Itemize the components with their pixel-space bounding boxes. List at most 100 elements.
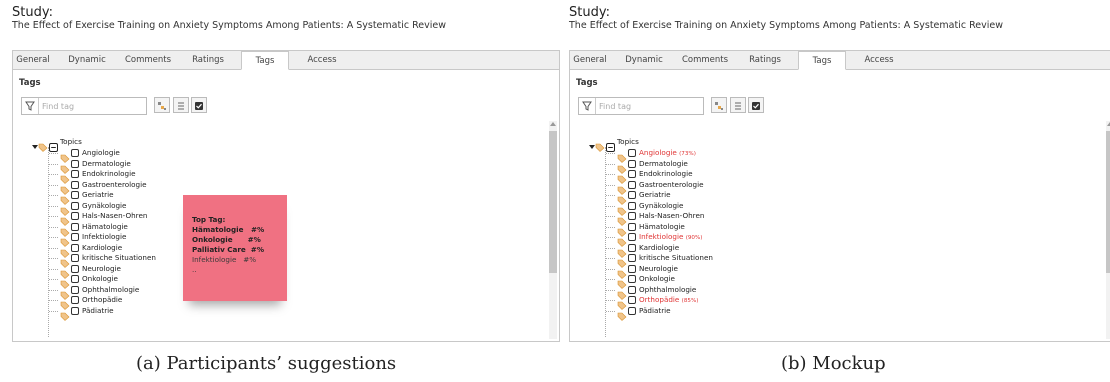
list-view-button[interactable] [173, 97, 189, 113]
tag-tree-button[interactable] [154, 97, 170, 113]
tag-checkbox[interactable] [71, 159, 79, 168]
tag-checkbox[interactable] [628, 296, 636, 304]
tab-comments[interactable]: Comments [677, 51, 733, 69]
tag-name: Pädiatrie [639, 305, 671, 315]
scroll-up-icon[interactable] [550, 122, 556, 126]
tag-checkbox[interactable] [71, 212, 79, 220]
tag-checkbox[interactable] [628, 212, 636, 220]
select-all-button[interactable] [191, 97, 207, 113]
tab-dynamic[interactable]: Dynamic [61, 51, 113, 69]
tag-checkbox[interactable] [71, 201, 79, 210]
tag-label: Dermatologie [639, 159, 688, 169]
tag-checkbox[interactable] [628, 243, 636, 252]
tab-tags[interactable]: Tags [241, 51, 289, 70]
tag-checkbox[interactable] [71, 243, 79, 252]
tag-checkbox[interactable] [71, 170, 79, 178]
tag-checkbox[interactable] [71, 191, 79, 199]
tag-checkbox[interactable] [628, 222, 636, 231]
caption-b: (b) Mockup [781, 353, 886, 374]
tab-dynamic[interactable]: Dynamic [618, 51, 670, 69]
tag-confidence: (85%) [681, 298, 699, 304]
tag-checkbox[interactable] [71, 275, 79, 283]
tag-checkbox[interactable] [628, 306, 636, 315]
tag-label: Orthopädie (85%) [639, 295, 698, 306]
funnel-icon[interactable] [579, 98, 596, 114]
tag-name: Angiologie [639, 148, 677, 157]
tag-checkbox[interactable] [71, 264, 79, 273]
sticky-ellipsis: .. [192, 265, 197, 274]
tag-icon [617, 180, 627, 195]
scroll-thumb[interactable] [1106, 131, 1110, 273]
tag-checkbox[interactable] [628, 201, 636, 210]
tag-name: Gastroenterologie [639, 179, 704, 189]
tag-icon [60, 159, 70, 174]
tag-name: Gynäkologie [82, 200, 127, 210]
search-box[interactable] [578, 97, 704, 115]
tag-icon [60, 180, 70, 195]
tab-bar: General Dynamic Comments Ratings Tags Access [13, 51, 559, 70]
tag-icon [60, 148, 70, 163]
tree-lines [48, 147, 59, 337]
tag-checkbox[interactable] [628, 275, 636, 283]
tag-checkbox[interactable] [628, 264, 636, 273]
tag-checkbox[interactable] [71, 296, 79, 304]
tab-ratings[interactable]: Ratings [183, 51, 233, 69]
tab-access[interactable]: Access [855, 51, 903, 69]
search-box[interactable] [21, 97, 147, 115]
funnel-icon[interactable] [22, 98, 39, 114]
tag-checkbox[interactable] [71, 285, 79, 294]
tag-checkbox[interactable] [628, 159, 636, 168]
tag-label: Infektiologie [82, 232, 126, 242]
scrollbar[interactable] [1106, 121, 1110, 339]
tab-general[interactable]: General [570, 51, 610, 69]
tab-ratings[interactable]: Ratings [740, 51, 790, 69]
find-tag-input[interactable] [42, 99, 142, 113]
checkbox-checked-icon [749, 98, 763, 117]
tag-tree-button[interactable] [711, 97, 727, 113]
tab-comments[interactable]: Comments [120, 51, 176, 69]
tree-branch-line [606, 174, 615, 175]
list-view-button[interactable] [730, 97, 746, 113]
tag-tree-icon [155, 98, 169, 117]
select-all-button[interactable] [748, 97, 764, 113]
tree-branch-line [49, 163, 58, 165]
tag-checkbox[interactable] [71, 149, 79, 157]
section-title: Tags [576, 78, 598, 88]
tag-checkbox[interactable] [71, 180, 79, 189]
panel-participants-suggestions: Study: The Effect of Exercise Training o… [12, 6, 560, 342]
tag-checkbox[interactable] [628, 285, 636, 294]
tag-label: Hals-Nasen-Ohren [639, 211, 704, 221]
scrollbar[interactable] [549, 121, 557, 339]
tag-icon [617, 243, 627, 258]
tag-icon [617, 285, 627, 300]
tag-checkbox[interactable] [628, 180, 636, 189]
study-title: The Effect of Exercise Training on Anxie… [569, 20, 1003, 31]
checkbox-checked-icon [192, 98, 206, 117]
tree-branch-line [606, 237, 615, 238]
tag-name: Ophthalmologie [639, 284, 697, 294]
tag-checkbox[interactable] [71, 254, 79, 262]
scroll-thumb[interactable] [549, 131, 557, 273]
tag-name: Hals-Nasen-Ohren [82, 211, 148, 220]
tag-checkbox[interactable] [71, 233, 79, 241]
find-tag-input[interactable] [599, 99, 699, 113]
tag-icon [60, 274, 70, 289]
tag-checkbox[interactable] [628, 149, 636, 157]
tag-name: Orthopädie [82, 295, 123, 304]
tag-checkbox[interactable] [71, 306, 79, 315]
tag-label: Kardiologie [82, 243, 122, 253]
tab-general[interactable]: General [13, 51, 53, 69]
tag-checkbox[interactable] [628, 170, 636, 178]
tag-icon [595, 137, 605, 152]
tag-checkbox[interactable] [71, 222, 79, 231]
tag-name: Hals-Nasen-Ohren [639, 211, 705, 220]
tag-checkbox[interactable] [628, 233, 636, 241]
tag-checkbox[interactable] [628, 191, 636, 199]
tag-icon [60, 201, 70, 216]
tab-access[interactable]: Access [298, 51, 346, 69]
tree-branch-line [606, 226, 615, 228]
tree-branch-line [606, 279, 615, 280]
tag-editor-frame: General Dynamic Comments Ratings Tags Access … [569, 50, 1110, 342]
tag-checkbox[interactable] [628, 254, 636, 262]
tab-tags[interactable]: Tags [798, 51, 846, 70]
